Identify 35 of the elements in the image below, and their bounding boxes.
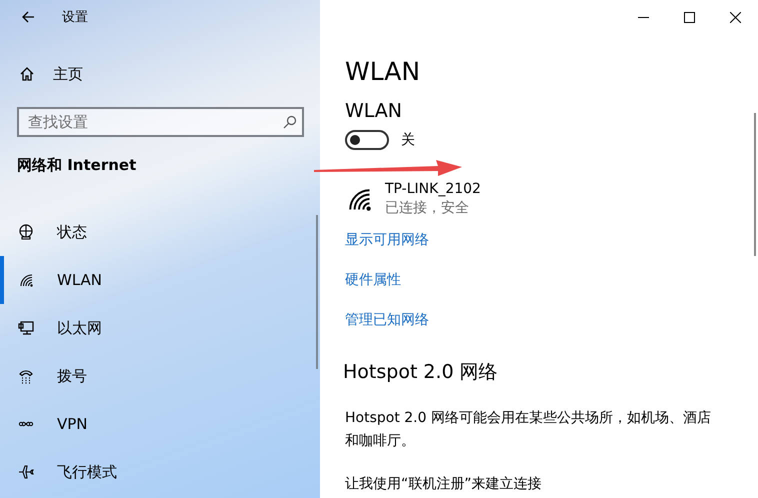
description-text: Hotspot 2.0 网络可能会用在某些公共场所，如机场、酒店和咖啡厅。: [345, 409, 712, 451]
settings-link[interactable]: 显示可用网络: [345, 231, 429, 249]
nav-item[interactable]: VPN: [0, 400, 320, 448]
home-icon: [19, 66, 35, 82]
section-heading: WLAN: [345, 100, 404, 122]
nav-item[interactable]: 拨号: [0, 352, 320, 400]
back-arrow-icon: [20, 9, 36, 25]
airplane-icon: [18, 464, 34, 480]
window-title: 设置: [62, 9, 88, 26]
link-icon: [18, 420, 34, 428]
scrollbar[interactable]: [316, 215, 318, 369]
option-label: 让我使用“联机注册”来建立连接: [345, 475, 543, 493]
settings-link[interactable]: 硬件属性: [345, 271, 401, 289]
search-icon: [282, 114, 298, 130]
close-icon: [730, 12, 740, 22]
nav-item[interactable]: 状态: [0, 208, 320, 256]
section-heading: Hotspot 2.0 网络: [343, 360, 499, 385]
search-field[interactable]: 查找设置: [17, 107, 304, 137]
toggle-switch[interactable]: [345, 130, 389, 150]
wifi-icon: [18, 272, 34, 288]
monitor-icon: [18, 320, 34, 336]
network-name: TP-LINK_2102: [385, 180, 481, 199]
page-title: WLAN: [345, 56, 422, 88]
phone-icon: [18, 368, 34, 384]
nav-item[interactable]: 以太网: [0, 304, 320, 352]
home-nav-item[interactable]: 主页: [19, 62, 320, 86]
settings-link[interactable]: 管理已知网络: [345, 311, 429, 329]
nav-item[interactable]: 飞行模式: [0, 448, 320, 496]
scrollbar[interactable]: [754, 113, 756, 256]
network-status: 已连接，安全: [385, 199, 470, 218]
section-heading: 网络和 Internet: [17, 156, 138, 175]
toggle-state-label: 关: [401, 131, 415, 149]
maximize-icon: [684, 12, 694, 22]
minimize-icon: [638, 16, 648, 18]
globe-monitor-icon: [18, 224, 34, 240]
